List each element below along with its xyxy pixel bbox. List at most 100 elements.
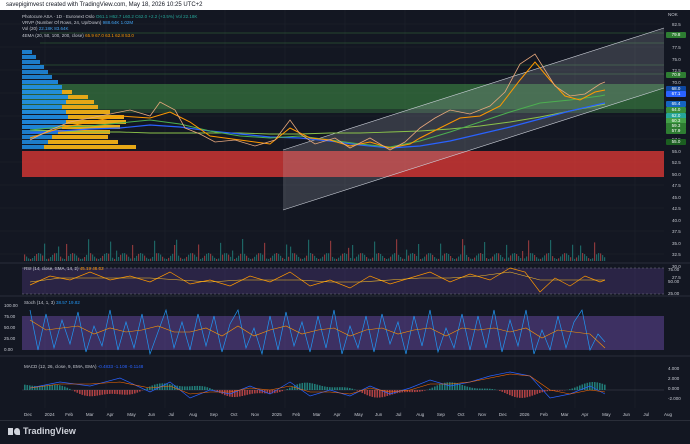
legend-vrvp[interactable]: VRVP (Number Of Rows, 24, Up/Down) bbox=[22, 20, 101, 25]
price-tag: 70.9 bbox=[666, 72, 686, 78]
legend-symbol[interactable]: Photocure ASA · 1D · Euronext Oslo bbox=[22, 14, 95, 19]
volume-bar bbox=[162, 257, 163, 261]
volume-bar bbox=[412, 253, 413, 261]
macd-histogram-bar bbox=[317, 385, 319, 390]
volume-bar bbox=[262, 255, 263, 261]
volume-bar bbox=[126, 255, 127, 261]
macd-histogram-bar bbox=[367, 390, 369, 395]
volume-bar bbox=[28, 258, 29, 261]
macd-histogram-bar bbox=[532, 390, 534, 396]
macd-histogram-bar bbox=[62, 386, 64, 390]
macd-histogram-bar bbox=[372, 390, 374, 397]
macd-histogram-bar bbox=[442, 383, 444, 390]
macd-values: -0.4833 -1.108 -0.1148 bbox=[98, 364, 143, 369]
macd-histogram-bar bbox=[129, 390, 131, 395]
volume-bar bbox=[116, 251, 117, 261]
time-tick: Oct bbox=[230, 412, 237, 417]
volume-bar bbox=[78, 258, 79, 261]
stoch-tick: 50.00 bbox=[4, 325, 15, 330]
time-tick: Jul bbox=[396, 412, 402, 417]
volume-bar bbox=[522, 251, 523, 261]
volume-bar bbox=[148, 259, 149, 261]
volume-bar bbox=[54, 253, 55, 261]
volume-bar bbox=[516, 254, 517, 261]
chart-canvas[interactable] bbox=[0, 10, 690, 420]
volume-bar bbox=[604, 257, 605, 261]
volume-bar bbox=[176, 240, 177, 261]
volume-bar bbox=[372, 258, 373, 261]
rsi-title[interactable]: RSI (14, close, SMA, 14, 2) 45.19 48.02 bbox=[24, 266, 104, 271]
volume-bar bbox=[380, 254, 381, 261]
macd-histogram-bar bbox=[512, 390, 514, 396]
volume-bar bbox=[174, 245, 175, 261]
macd-histogram-bar bbox=[539, 390, 541, 393]
volume-bar bbox=[182, 259, 183, 261]
macd-histogram-bar bbox=[34, 386, 36, 390]
volume-bar bbox=[44, 244, 45, 261]
macd-histogram-bar bbox=[242, 390, 244, 396]
price-tick: 35.0 bbox=[672, 241, 681, 246]
volume-bar bbox=[156, 253, 157, 261]
volume-bar bbox=[72, 253, 73, 261]
chart-area[interactable]: Photocure ASA · 1D · Euronext Oslo O61.1… bbox=[0, 10, 690, 420]
macd-histogram-bar bbox=[337, 387, 339, 390]
volume-bar bbox=[170, 256, 171, 261]
macd-histogram-bar bbox=[352, 389, 354, 390]
macd-histogram-bar bbox=[587, 383, 589, 390]
macd-histogram-bar bbox=[492, 389, 494, 390]
volume-bar bbox=[382, 256, 383, 261]
trend-channel[interactable] bbox=[283, 28, 664, 210]
macd-histogram-bar bbox=[524, 390, 526, 398]
time-tick: Nov bbox=[251, 412, 259, 417]
macd-histogram-bar bbox=[279, 390, 281, 392]
volume-bar bbox=[508, 258, 509, 261]
volume-bar bbox=[340, 256, 341, 261]
volume-bar bbox=[430, 253, 431, 261]
volume-bar bbox=[488, 259, 489, 261]
macd-histogram-bar bbox=[412, 390, 414, 392]
macd-histogram-bar bbox=[379, 390, 381, 398]
legend-ema[interactable]: 4EMA (20, 50, 100, 200, close) bbox=[22, 33, 84, 38]
volume-bar bbox=[510, 255, 511, 261]
volume-bar bbox=[118, 257, 119, 261]
chart-legend[interactable]: Photocure ASA · 1D · Euronext Oslo O61.1… bbox=[22, 14, 197, 39]
volume-bar bbox=[300, 259, 301, 261]
volume-bar bbox=[26, 257, 27, 261]
macd-histogram-bar bbox=[334, 387, 336, 390]
volume-bar bbox=[576, 257, 577, 261]
macd-histogram-bar bbox=[64, 387, 66, 390]
macd-histogram-bar bbox=[377, 390, 379, 398]
macd-histogram-bar bbox=[344, 387, 346, 390]
macd-histogram-bar bbox=[364, 390, 366, 394]
macd-histogram-bar bbox=[559, 390, 561, 391]
volume-bar bbox=[250, 259, 251, 261]
macd-histogram-bar bbox=[319, 385, 321, 390]
macd-histogram-bar bbox=[584, 384, 586, 390]
stoch-title[interactable]: Stoch (14, 1, 3) 38.57 19.82 bbox=[24, 300, 80, 305]
macd-tick: 4.000 bbox=[668, 366, 679, 371]
macd-title[interactable]: MACD (12, 26, close, 9, EMA, EMA) -0.483… bbox=[24, 364, 143, 369]
tradingview-logo[interactable]: TradingView bbox=[8, 426, 76, 436]
volume-bar bbox=[90, 253, 91, 261]
volume-bar bbox=[330, 241, 331, 261]
macd-histogram-bar bbox=[212, 389, 214, 390]
volume-bar bbox=[378, 253, 379, 261]
volume-bar bbox=[186, 257, 187, 261]
macd-histogram-bar bbox=[184, 386, 186, 390]
macd-histogram-bar bbox=[54, 385, 56, 390]
macd-histogram-bar bbox=[257, 390, 259, 393]
legend-volume-values: 22.18K 83.64K bbox=[39, 26, 69, 31]
volume-bar bbox=[202, 258, 203, 261]
volume-bar bbox=[276, 253, 277, 261]
rsi-band bbox=[22, 268, 664, 294]
volume-bar bbox=[216, 259, 217, 261]
volume-bar bbox=[396, 239, 397, 261]
macd-histogram-bar bbox=[122, 390, 124, 395]
screenshot-credit: savepigimvest created with TradingView.c… bbox=[6, 0, 203, 10]
macd-histogram-bar bbox=[484, 389, 486, 390]
macd-histogram-bar bbox=[429, 389, 431, 390]
time-tick: Feb bbox=[292, 412, 300, 417]
volume-bar bbox=[238, 256, 239, 261]
legend-volume[interactable]: Vol (20) bbox=[22, 26, 38, 31]
volume-bar bbox=[490, 258, 491, 261]
